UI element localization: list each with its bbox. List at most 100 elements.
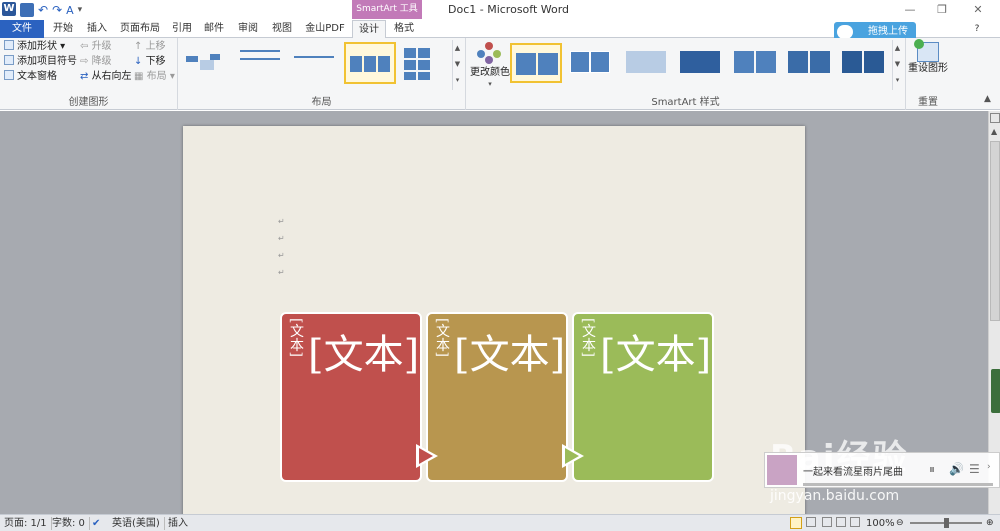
tab-references[interactable]: 引用 (168, 20, 196, 38)
spell-check-icon[interactable]: ✔ (92, 517, 100, 530)
web-layout-view-icon[interactable] (822, 517, 832, 527)
card-vertical-text[interactable]: [文本] (432, 318, 452, 357)
zoom-in-icon[interactable]: ⊕ (986, 517, 994, 530)
style-option-6[interactable] (784, 43, 836, 83)
scroll-thumb[interactable] (990, 141, 1000, 321)
status-word-count[interactable]: 字数: 0 (52, 517, 90, 530)
status-insert-mode[interactable]: 插入 (168, 517, 188, 530)
paragraph-mark: ↵ (278, 251, 285, 260)
layout-dropdown-button[interactable]: ▦ 布局 ▾ (134, 70, 175, 84)
title-bar: W ↶ ↷ A ▾ SmartArt 工具 Doc1 - Microsoft W… (0, 0, 1000, 20)
move-up-button[interactable]: ↑ 上移 (134, 40, 166, 54)
left-arrow-icon: ⇦ (80, 41, 92, 52)
tab-wps-pdf[interactable]: 金山PDF (302, 20, 348, 38)
layout-option-2[interactable] (236, 42, 288, 84)
layout-option-3[interactable] (290, 42, 342, 84)
tab-file[interactable]: 文件 (0, 20, 44, 38)
window-title: Doc1 - Microsoft Word (448, 3, 570, 16)
player-progress-bar[interactable] (803, 483, 993, 486)
promote-button[interactable]: ⇦ 升级 (80, 40, 112, 54)
card-big-text[interactable]: [文本] (454, 322, 565, 380)
add-shape-icon (4, 40, 14, 50)
add-bullet-button[interactable]: 添加项目符号 (4, 55, 77, 69)
tab-review[interactable]: 审阅 (234, 20, 262, 38)
tab-home[interactable]: 开始 (48, 20, 78, 38)
maximize-button[interactable]: ❐ (932, 2, 952, 18)
style-option-2[interactable] (566, 43, 618, 83)
music-player[interactable]: 一起来看流星雨片尾曲 ⏸ 🔊 ☰ › (764, 452, 1000, 488)
draft-view-icon[interactable] (850, 517, 860, 527)
tab-format[interactable]: 格式 (388, 20, 420, 38)
tab-mailings[interactable]: 邮件 (200, 20, 228, 38)
change-colors-button[interactable]: 更改颜色 ▾ (470, 40, 510, 90)
font-style-icon[interactable]: A (66, 4, 74, 17)
style-option-7[interactable] (838, 43, 890, 83)
bullet-icon (4, 55, 14, 65)
card-vertical-text[interactable]: [文本] (286, 318, 306, 357)
save-icon[interactable] (20, 3, 34, 17)
outline-view-icon[interactable] (836, 517, 846, 527)
tab-insert[interactable]: 插入 (82, 20, 112, 38)
paragraph-mark: ↵ (278, 268, 285, 277)
close-button[interactable]: ✕ (968, 2, 988, 18)
status-language[interactable]: 英语(美国) (112, 517, 165, 530)
card-big-text[interactable]: [文本] (308, 322, 419, 380)
play-pause-icon[interactable]: ⏸ (929, 462, 935, 477)
tab-design[interactable]: 设计 (352, 20, 386, 39)
reset-graphic-icon (914, 39, 939, 62)
group-create-graphic: 添加形状 ▾ 添加项目符号 文本窗格 ⇦ 升级 ⇨ 降级 ⇄ 从右向左 ↑ 上移… (0, 38, 178, 110)
playlist-icon[interactable]: ☰ (969, 462, 980, 476)
layouts-gallery-scroll[interactable]: ▲ ▼ ▾ (452, 40, 462, 90)
layout-option-5[interactable] (400, 42, 452, 84)
layout-icon: ▦ (134, 71, 147, 82)
paragraph-mark: ↵ (278, 217, 285, 226)
next-icon[interactable]: › (987, 462, 991, 472)
scroll-up-icon[interactable]: ▲ (991, 127, 997, 136)
styles-gallery-scroll[interactable]: ▲ ▼ ▾ (892, 40, 902, 90)
style-option-5[interactable] (730, 43, 782, 83)
tab-page-layout[interactable]: 页面布局 (116, 20, 164, 38)
text-pane-button[interactable]: 文本窗格 (4, 70, 57, 84)
move-down-button[interactable]: ↓ 下移 (134, 55, 166, 69)
full-screen-view-icon[interactable] (806, 517, 816, 527)
style-option-4[interactable] (676, 43, 728, 83)
card-big-text[interactable]: [文本] (600, 322, 711, 380)
side-widget-tab[interactable] (991, 369, 1000, 413)
style-option-1-selected[interactable] (510, 43, 562, 83)
zoom-slider-knob[interactable] (944, 518, 949, 528)
minimize-button[interactable]: — (900, 2, 920, 18)
redo-icon[interactable]: ↷ (52, 3, 62, 17)
help-icon[interactable]: ? (970, 20, 984, 38)
style-option-3[interactable] (622, 43, 674, 83)
zoom-out-icon[interactable]: ⊖ (896, 517, 904, 530)
print-layout-view-icon[interactable] (790, 517, 802, 529)
word-app-icon[interactable]: W (2, 2, 16, 16)
up-arrow-icon: ↑ (134, 41, 146, 52)
status-page-count[interactable]: 页面: 1/1 (4, 517, 52, 530)
group-layouts: ▲ ▼ ▾ 布局 (178, 38, 466, 110)
card-vertical-text[interactable]: [文本] (578, 318, 598, 357)
demote-button[interactable]: ⇨ 降级 (80, 55, 112, 69)
ruler-toggle-icon[interactable] (990, 113, 1000, 123)
add-shape-button[interactable]: 添加形状 ▾ (4, 40, 65, 54)
smartart-card-1[interactable]: [文本] [文本] (280, 312, 422, 482)
layout-option-1[interactable] (182, 42, 234, 84)
reset-graphic-button[interactable]: 重设图形 (906, 39, 950, 90)
document-page[interactable]: ↵ ↵ ↵ ↵ [文本] [文本] [文本] [文本] [文本] [文本] (183, 126, 805, 526)
smartart-card-2[interactable]: [文本] [文本] (426, 312, 568, 482)
status-bar: 页面: 1/1 字数: 0 ✔ 英语(美国) 插入 100% ⊖ ⊕ (0, 514, 1000, 531)
ribbon: 添加形状 ▾ 添加项目符号 文本窗格 ⇦ 升级 ⇨ 降级 ⇄ 从右向左 ↑ 上移… (0, 38, 1000, 110)
zoom-level[interactable]: 100% (866, 517, 895, 530)
customize-qat-icon[interactable]: ▾ (78, 5, 83, 15)
group-label-layouts: 布局 (311, 97, 332, 108)
tab-view[interactable]: 视图 (268, 20, 296, 38)
group-smartart-styles: 更改颜色 ▾ ▲ ▼ ▾ SmartArt 样式 (466, 38, 906, 110)
volume-icon[interactable]: 🔊 (949, 462, 964, 476)
smartart-card-3[interactable]: [文本] [文本] (572, 312, 714, 482)
collapse-ribbon-icon[interactable]: ▲ (984, 94, 991, 104)
undo-icon[interactable]: ↶ (38, 3, 48, 17)
right-to-left-button[interactable]: ⇄ 从右向左 (80, 70, 132, 84)
layout-option-4-selected[interactable] (344, 42, 396, 84)
right-arrow-icon: ⇨ (80, 56, 92, 67)
group-label-create-graphic: 创建图形 (68, 97, 109, 108)
